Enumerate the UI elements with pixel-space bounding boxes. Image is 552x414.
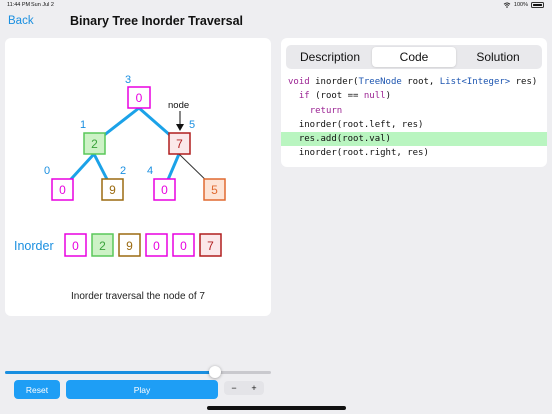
tree-node-root: 0 (127, 86, 151, 109)
code-line-highlighted: res.add(root.val) (281, 132, 547, 147)
status-time: 11:44 PM (7, 2, 31, 8)
inorder-cell: 9 (118, 233, 141, 257)
tree-node-left-left: 0 (51, 178, 74, 201)
index-label-left-right: 2 (120, 165, 126, 177)
tree-node-right-right: 5 (203, 178, 226, 201)
page-title: Binary Tree Inorder Traversal (70, 14, 244, 28)
tree-node-left: 2 (83, 132, 106, 155)
code-token: return (309, 105, 343, 116)
tree-node-left-left-value: 0 (59, 183, 66, 197)
status-right: 100% (503, 2, 544, 8)
tree-canvas: 3 1 5 0 2 4 node 0 2 7 0 9 0 5 Inorder 0… (14, 74, 226, 257)
tab-solution[interactable]: Solution (456, 47, 540, 67)
tree-node-right: 7 (168, 132, 191, 155)
battery-icon (531, 2, 544, 8)
stepper-plus-button[interactable]: + (244, 381, 264, 395)
wifi-icon (503, 2, 511, 8)
code-line: inorder(root.left, res) (288, 119, 424, 130)
inorder-cell-value: 0 (72, 239, 79, 253)
slider-thumb[interactable] (209, 366, 222, 378)
code-token: if (298, 91, 310, 102)
tree-node-left-right: 9 (101, 178, 124, 201)
index-label-root: 3 (125, 74, 131, 86)
code-token: List<Integer> (439, 77, 511, 87)
tree-panel: 3 1 5 0 2 4 node 0 2 7 0 9 0 5 Inorder 0… (5, 38, 271, 316)
code-line: inorder(root.right, res) (288, 148, 429, 159)
status-bar: 11:44 PM Sun Jul 2 100% (0, 0, 552, 10)
traversal-caption: Inorder traversal the node of 7 (71, 291, 205, 302)
inorder-cell-value: 0 (153, 239, 160, 253)
code-view: void inorder(TreeNode root, List<Integer… (281, 75, 547, 161)
inorder-cell-value: 2 (99, 239, 106, 253)
inorder-cell: 0 (172, 233, 195, 257)
stepper-minus-button[interactable]: − (224, 381, 244, 395)
code-token: null (363, 91, 386, 102)
node-pointer-arrowhead (176, 124, 184, 131)
reset-button[interactable]: Reset (14, 380, 60, 399)
step-slider[interactable] (5, 366, 271, 378)
back-button[interactable]: Back (8, 15, 34, 27)
node-pointer-label: node (168, 100, 189, 111)
status-date: Sun Jul 2 (31, 2, 54, 8)
index-label-left: 1 (80, 119, 86, 131)
battery-percent: 100% (513, 2, 528, 8)
code-panel: Description Code Solution void inorder(T… (281, 38, 547, 167)
code-token: void (288, 77, 310, 87)
inorder-cell: 0 (64, 233, 87, 257)
tree-node-right-left: 0 (153, 178, 176, 201)
home-indicator[interactable] (207, 406, 346, 410)
index-label-right-left: 4 (147, 165, 153, 177)
tree-node-right-value: 7 (176, 137, 183, 151)
code-token: TreeNode (358, 77, 402, 87)
tree-node-root-value: 0 (136, 91, 143, 105)
index-label-left-left: 0 (44, 165, 50, 177)
tree-node-left-value: 2 (91, 137, 98, 151)
inorder-cell: 2 (91, 233, 114, 257)
tree-node-right-right-value: 5 (211, 183, 218, 197)
inorder-cell-value: 7 (207, 239, 214, 253)
code-line: if (root == null) (298, 91, 391, 102)
inorder-cell-value: 9 (126, 239, 133, 253)
tab-bar: Description Code Solution (286, 45, 542, 69)
slider-fill (5, 371, 216, 374)
inorder-cell: 0 (145, 233, 168, 257)
play-button[interactable]: Play (66, 380, 218, 399)
code-line: void inorder(TreeNode root, List<Integer… (288, 77, 538, 87)
tree-node-left-right-value: 9 (109, 183, 116, 197)
tab-description[interactable]: Description (288, 47, 372, 67)
speed-stepper[interactable]: − + (224, 381, 264, 395)
inorder-label: Inorder (14, 239, 54, 253)
inorder-cell-value: 0 (180, 239, 187, 253)
index-label-right: 5 (189, 119, 195, 131)
code-line: return (281, 104, 547, 118)
tab-code[interactable]: Code (372, 47, 456, 67)
inorder-cell: 7 (199, 233, 222, 257)
tree-node-right-left-value: 0 (161, 183, 168, 197)
